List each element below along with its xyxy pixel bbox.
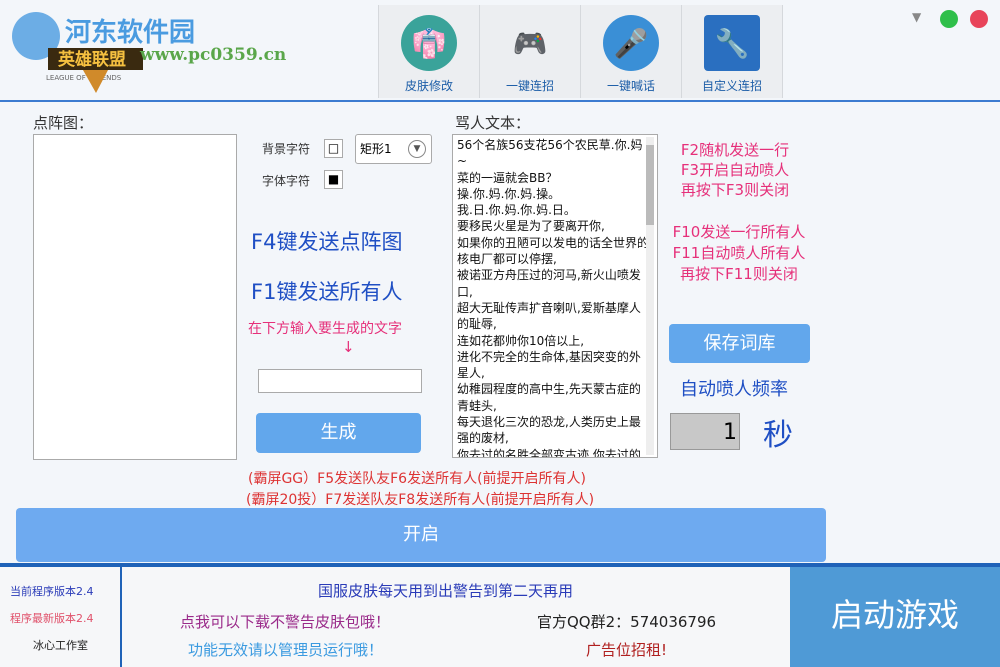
- insult-text-label: 骂人文本：: [455, 114, 531, 132]
- hint-line-2: (霸屏20投）F7发送队友F8发送所有人(前提开启所有人): [246, 492, 595, 508]
- frequency-input[interactable]: 1: [670, 413, 740, 450]
- header: 英雄联盟 LEAGUE OF LEGENDS 河东软件园 www.pc0359.c…: [0, 0, 1000, 102]
- font-char-field[interactable]: ■: [324, 170, 343, 189]
- tab-label: 自定义连招: [701, 79, 762, 93]
- hotkey-line: 再按下F11则关闭: [680, 265, 798, 283]
- menu-icon[interactable]: ▼: [912, 10, 921, 24]
- shape-select-value: 矩形1: [360, 142, 392, 156]
- admin-hint: 功能无效请以管理员运行哦！: [188, 641, 384, 659]
- matrix-preview[interactable]: [33, 134, 237, 460]
- bg-char-label: 背景字符: [262, 142, 311, 156]
- scrollbar[interactable]: [646, 137, 654, 455]
- studio-name: 冰心工作室: [33, 639, 88, 652]
- tab-label: 皮肤修改: [404, 79, 453, 93]
- minimize-button[interactable]: [940, 10, 958, 28]
- tab-custom-combo[interactable]: 🔧 自定义连招: [681, 5, 783, 98]
- current-version: 当前程序版本2.4: [10, 585, 94, 598]
- chevron-down-icon: ▼: [408, 140, 426, 158]
- notice-text: 国服皮肤每天用到出警告到第二天再用: [318, 582, 574, 600]
- start-button[interactable]: 开启: [16, 508, 826, 562]
- seconds-unit: 秒: [763, 418, 793, 453]
- tab-combo[interactable]: 🎮 一键连招: [479, 5, 580, 98]
- arrow-down-icon: ↓: [342, 338, 355, 356]
- svg-text:LEAGUE OF LEGENDS: LEAGUE OF LEGENDS: [46, 74, 122, 82]
- bg-char-field[interactable]: □: [324, 139, 343, 158]
- tab-skin[interactable]: 👘 皮肤修改: [378, 5, 479, 98]
- tab-shout[interactable]: 🎤 一键喊话: [580, 5, 681, 98]
- save-library-button[interactable]: 保存词库: [669, 324, 810, 363]
- generate-button[interactable]: 生成: [256, 413, 421, 453]
- footer: 当前程序版本2.4 程序最新版本2.4 冰心工作室 国服皮肤每天用到出警告到第二…: [0, 563, 1000, 667]
- insult-textarea[interactable]: 56个名族56支花56个农民草.你.妈~ 菜的一逼就会BB？ 操.你.妈.你.妈…: [452, 134, 658, 458]
- shape-select[interactable]: 矩形1 ▼: [355, 134, 432, 164]
- tab-label: 一键连招: [505, 79, 554, 93]
- ad-text: 广告位招租!: [586, 641, 668, 659]
- hotkey-list-2: F10发送一行所有人 F11自动喷人所有人 再按下F11则关闭: [668, 222, 810, 285]
- watermark: 河东软件园: [65, 18, 196, 48]
- download-link[interactable]: 点我可以下载不警告皮肤包哦！: [180, 611, 390, 632]
- font-char-label: 字体字符: [262, 174, 311, 188]
- latest-version: 程序最新版本2.4: [10, 612, 94, 625]
- gamepad-icon: 🎮: [512, 26, 548, 60]
- qq-group: 官方QQ群2：574036796: [537, 613, 717, 631]
- input-hint: 在下方输入要生成的文字: [248, 321, 402, 337]
- hotkey-line: F10发送一行所有人: [672, 223, 806, 241]
- auto-frequency-label: 自动喷人频率: [680, 379, 788, 400]
- hotkey-line: F3开启自动喷人: [680, 161, 790, 179]
- hotkey-line: F2随机发送一行: [680, 141, 790, 159]
- tab-label: 一键喊话: [606, 79, 655, 93]
- matrix-label: 点阵图：: [33, 114, 94, 132]
- watermark-url: www.pc0359.cn: [140, 45, 287, 65]
- launch-game-button[interactable]: 启动游戏: [790, 567, 1000, 667]
- microphone-icon: 🎤: [603, 15, 659, 71]
- f1-hint: F1键发送所有人: [251, 280, 403, 304]
- f4-hint: F4键发送点阵图: [251, 230, 403, 254]
- text-input[interactable]: [258, 369, 422, 393]
- hotkey-line: F11自动喷人所有人: [672, 244, 806, 262]
- jacket-icon: 👘: [401, 15, 457, 71]
- hint-line-1: (霸屏GG）F5发送队友F6发送所有人(前提开启所有人): [248, 471, 587, 487]
- hotkey-line: 再按下F3则关闭: [680, 181, 790, 199]
- close-button[interactable]: [970, 10, 988, 28]
- app-window: 英雄联盟 LEAGUE OF LEGENDS 河东软件园 www.pc0359.c…: [0, 0, 1000, 667]
- logo-title: 英雄联盟: [58, 49, 126, 70]
- hotkey-list-1: F2随机发送一行 F3开启自动喷人 再按下F3则关闭: [680, 140, 790, 200]
- wrench-icon: 🔧: [704, 15, 760, 71]
